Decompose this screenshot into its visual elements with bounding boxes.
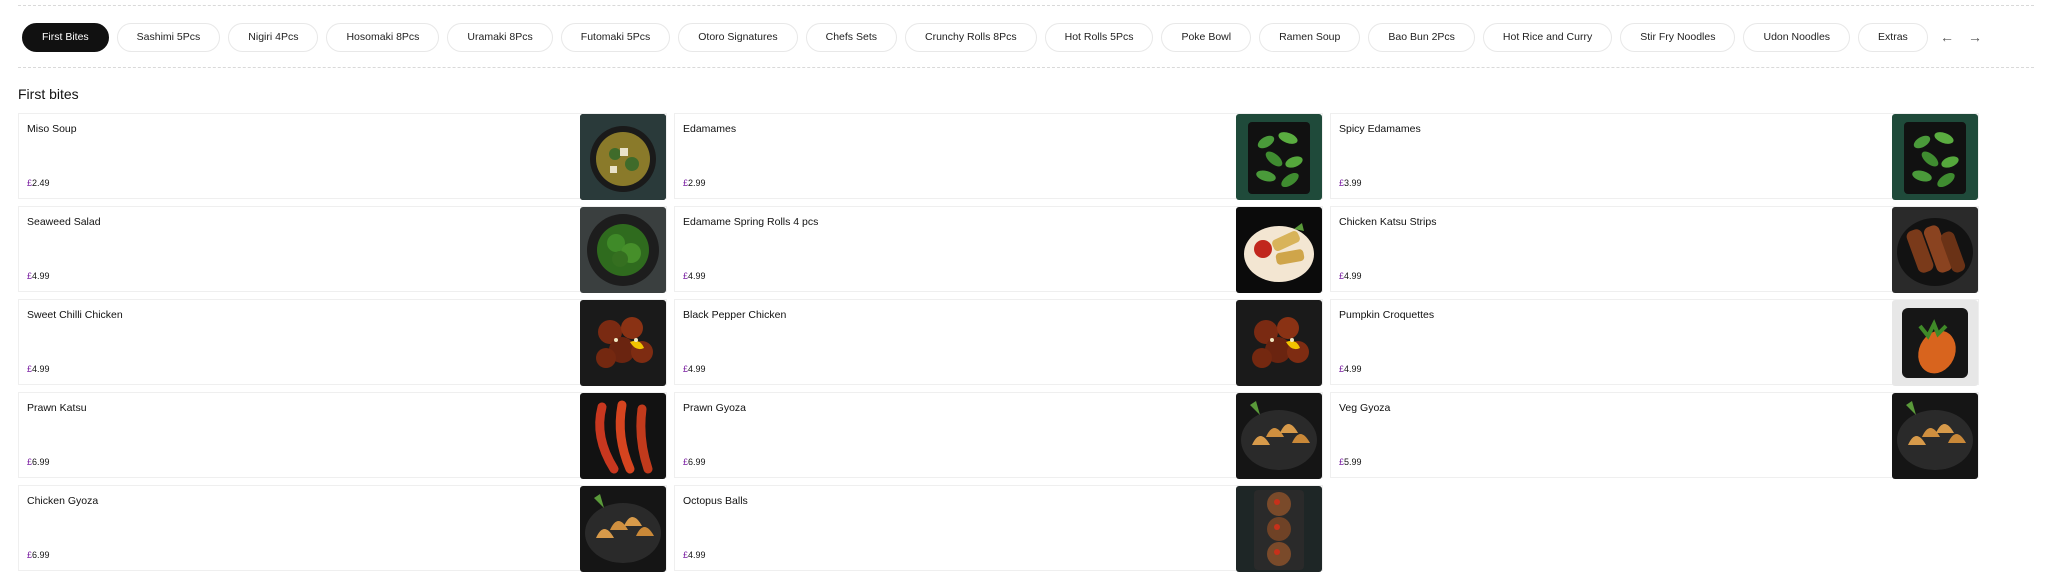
category-tab[interactable]: Crunchy Rolls 8Pcs — [904, 22, 1037, 52]
category-tab[interactable]: Udon Noodles — [1743, 22, 1851, 52]
price-value: 4.99 — [688, 271, 706, 281]
menu-item-card[interactable]: Chicken Gyoza £6.99 — [18, 485, 667, 572]
category-tab[interactable]: Stir Fry Noodles — [1620, 22, 1736, 52]
menu-item-card[interactable]: Veg Gyoza £5.99 — [1330, 392, 1979, 479]
arrow-left-icon[interactable]: ← — [1934, 23, 1960, 52]
menu-item-price: £2.49 — [27, 178, 50, 188]
menu-item-price: £4.99 — [683, 364, 706, 374]
menu-item-image[interactable] — [1236, 393, 1322, 479]
price-value: 2.49 — [32, 178, 50, 188]
price-value: 5.99 — [1344, 457, 1362, 467]
menu-item-name: Chicken Gyoza — [27, 495, 99, 507]
menu-item-name: Edamame Spring Rolls 4 pcs — [683, 216, 819, 228]
price-value: 6.99 — [688, 457, 706, 467]
price-value: 4.99 — [688, 550, 706, 560]
menu-item-image[interactable] — [580, 114, 666, 200]
menu-item-image[interactable] — [1236, 114, 1322, 200]
menu-item-price: £5.99 — [1339, 457, 1362, 467]
menu-item-name: Black Pepper Chicken — [683, 309, 787, 321]
menu-item-card[interactable]: Seaweed Salad £4.99 — [18, 206, 667, 293]
menu-item-name: Octopus Balls — [683, 495, 748, 507]
category-tab[interactable]: Extras — [1858, 22, 1928, 52]
category-tab[interactable]: Hot Rice and Curry — [1482, 22, 1613, 52]
menu-item-name: Prawn Katsu — [27, 402, 87, 414]
category-tab[interactable]: Chefs Sets — [805, 22, 897, 52]
menu-item-image[interactable] — [1236, 486, 1322, 572]
category-tab[interactable]: Poke Bowl — [1161, 22, 1252, 52]
menu-item-price: £4.99 — [683, 550, 706, 560]
price-value: 6.99 — [32, 550, 50, 560]
arrow-right-icon[interactable]: → — [1962, 23, 1988, 52]
menu-item-price: £6.99 — [27, 550, 50, 560]
price-value: 2.99 — [688, 178, 706, 188]
price-value: 4.99 — [32, 364, 50, 374]
category-tab[interactable]: Nigiri 4Pcs — [228, 22, 319, 52]
menu-item-name: Seaweed Salad — [27, 216, 101, 228]
menu-item-name: Prawn Gyoza — [683, 402, 747, 414]
menu-item-card[interactable]: Spicy Edamames £3.99 — [1330, 113, 1979, 200]
menu-item-name: Chicken Katsu Strips — [1339, 216, 1437, 228]
menu-item-price: £6.99 — [683, 457, 706, 467]
price-value: 3.99 — [1344, 178, 1362, 188]
menu-item-image[interactable] — [1236, 300, 1322, 386]
category-tab[interactable]: Sashimi 5Pcs — [116, 22, 221, 52]
category-list: First Bites Sashimi 5Pcs Nigiri 4Pcs Hosoma… — [22, 22, 1928, 52]
menu-item-card[interactable]: Prawn Gyoza £6.99 — [674, 392, 1323, 479]
price-value: 4.99 — [688, 364, 706, 374]
menu-item-card[interactable]: Chicken Katsu Strips £4.99 — [1330, 206, 1979, 293]
category-bar: First Bites Sashimi 5Pcs Nigiri 4Pcs Hosoma… — [22, 22, 1988, 52]
menu-item-card[interactable]: Edamame Spring Rolls 4 pcs £4.99 — [674, 206, 1323, 293]
menu-item-card[interactable]: Miso Soup £2.49 — [18, 113, 667, 200]
menu-item-card[interactable]: Black Pepper Chicken £4.99 — [674, 299, 1323, 386]
top-divider — [18, 5, 2034, 6]
menu-item-image[interactable] — [1892, 393, 1978, 479]
menu-item-card[interactable]: Prawn Katsu £6.99 — [18, 392, 667, 479]
menu-item-card[interactable]: Octopus Balls £4.99 — [674, 485, 1323, 572]
menu-item-name: Sweet Chilli Chicken — [27, 309, 123, 321]
price-value: 4.99 — [32, 271, 50, 281]
menu-item-name: Spicy Edamames — [1339, 123, 1421, 135]
menu-item-image[interactable] — [1892, 114, 1978, 200]
category-tab[interactable]: Bao Bun 2Pcs — [1368, 22, 1475, 52]
menu-item-image[interactable] — [580, 486, 666, 572]
menu-item-price: £4.99 — [1339, 364, 1362, 374]
price-value: 4.99 — [1344, 271, 1362, 281]
price-value: 4.99 — [1344, 364, 1362, 374]
category-scroll-controls: ← → — [1934, 23, 1988, 52]
menu-item-price: £4.99 — [27, 364, 50, 374]
category-tab[interactable]: Hosomaki 8Pcs — [326, 22, 440, 52]
menu-item-card[interactable]: Edamames £2.99 — [674, 113, 1323, 200]
price-value: 6.99 — [32, 457, 50, 467]
menu-item-card[interactable]: Pumpkin Croquettes £4.99 — [1330, 299, 1979, 386]
menu-item-price: £6.99 — [27, 457, 50, 467]
menu-item-price: £2.99 — [683, 178, 706, 188]
category-tab[interactable]: Ramen Soup — [1259, 22, 1361, 52]
menu-item-price: £4.99 — [27, 271, 50, 281]
menu-item-card[interactable]: Sweet Chilli Chicken £4.99 — [18, 299, 667, 386]
section-divider — [18, 67, 2034, 68]
menu-item-price: £4.99 — [1339, 271, 1362, 281]
menu-item-name: Edamames — [683, 123, 737, 135]
category-tab[interactable]: Otoro Signatures — [678, 22, 798, 52]
category-tab[interactable]: Hot Rolls 5Pcs — [1044, 22, 1154, 52]
category-tab[interactable]: First Bites — [22, 22, 109, 52]
menu-item-name: Miso Soup — [27, 123, 77, 135]
menu-item-price: £3.99 — [1339, 178, 1362, 188]
menu-item-price: £4.99 — [683, 271, 706, 281]
menu-item-image[interactable] — [1892, 207, 1978, 293]
section-title: First bites — [18, 86, 79, 102]
menu-grid: Miso Soup £2.49 Edamames £2.99 Spicy Edamame… — [18, 113, 1979, 572]
category-tab[interactable]: Futomaki 5Pcs — [560, 22, 671, 52]
menu-item-image[interactable] — [580, 300, 666, 386]
category-tab[interactable]: Uramaki 8Pcs — [447, 22, 553, 52]
menu-item-name: Pumpkin Croquettes — [1339, 309, 1435, 321]
menu-item-image[interactable] — [1236, 207, 1322, 293]
menu-item-image[interactable] — [580, 207, 666, 293]
menu-item-name: Veg Gyoza — [1339, 402, 1391, 414]
menu-item-image[interactable] — [580, 393, 666, 479]
menu-item-image[interactable] — [1892, 300, 1978, 386]
